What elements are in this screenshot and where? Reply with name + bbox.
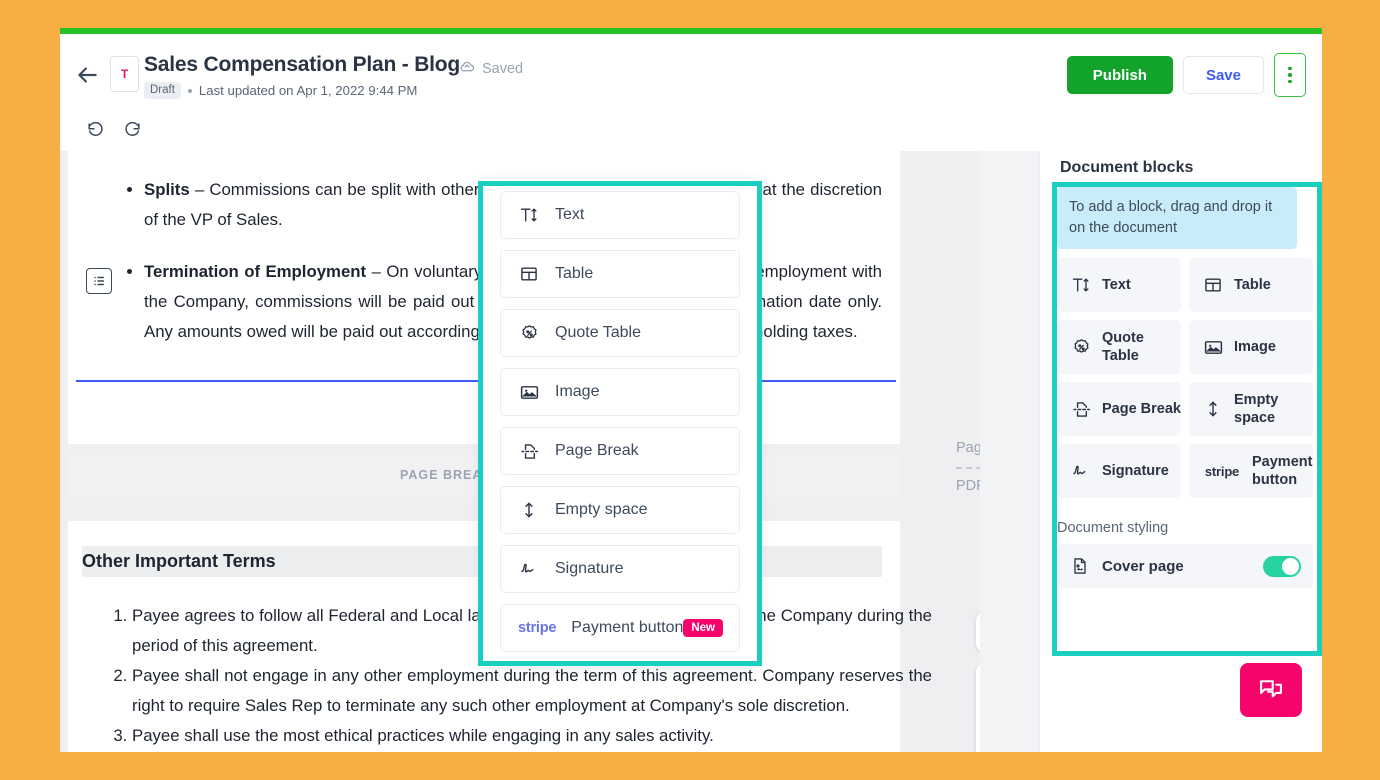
saved-status: Saved [458, 58, 523, 80]
bullet-dash: – [194, 180, 205, 199]
last-updated-text: Last updated on Apr 1, 2022 9:44 PM [198, 83, 418, 98]
publish-button[interactable]: Publish [1066, 56, 1173, 94]
redo-icon[interactable] [123, 120, 142, 139]
cloud-upload-icon [458, 58, 476, 80]
page-title: Sales Compensation Plan - Blog [144, 53, 461, 76]
status-badge: Draft [144, 82, 181, 99]
list-item: Payee shall not engage in any other empl… [132, 661, 932, 721]
editor-main: Splits – Commissions can be split with o… [60, 151, 1322, 752]
bullet-dash: – [371, 262, 381, 281]
document-header: T Sales Compensation Plan - Blog Draft L… [60, 34, 1322, 109]
header-actions: Publish Save [1066, 53, 1306, 97]
panel-title: Document blocks [1060, 159, 1194, 176]
chat-bubbles-icon[interactable] [1240, 663, 1302, 717]
list-item: Payee agrees to protect all confidential… [132, 751, 932, 752]
undo-icon[interactable] [86, 120, 105, 139]
more-vertical-icon[interactable] [1274, 53, 1306, 97]
back-arrow-icon[interactable] [74, 62, 100, 88]
paint-bucket-icon[interactable] [976, 612, 980, 652]
document-thumbnail-letter: T [120, 67, 129, 81]
bullet-term: Splits [144, 180, 190, 199]
document-title-block: Sales Compensation Plan - Blog Draft Las… [144, 52, 460, 99]
document-meta: Draft Last updated on Apr 1, 2022 9:44 P… [144, 82, 460, 99]
page-2-label: Page 2 [956, 440, 980, 456]
panel-highlight-box [1052, 182, 1322, 656]
editor-toolbar [60, 108, 1322, 152]
document-thumbnail: T [110, 56, 139, 92]
pdf-page-break-dashes [956, 467, 980, 469]
document-blocks-panel: Document blocks To add a block, drag and… [1039, 151, 1322, 752]
zoom-controls: + 100% − [976, 663, 980, 752]
meta-separator-dot [187, 88, 192, 93]
saved-label: Saved [482, 61, 524, 77]
page-2-info: Page 2 PDF Page Break [956, 440, 980, 494]
pdf-page-break-label: PDF Page Break [956, 478, 980, 494]
save-button[interactable]: Save [1182, 56, 1264, 94]
section-heading-text: Other Important Terms [82, 551, 276, 571]
list-item: Payee shall use the most ethical practic… [132, 721, 932, 751]
document-canvas[interactable]: Splits – Commissions can be split with o… [60, 151, 980, 752]
dropdown-highlight-box [478, 181, 762, 666]
app-window: TEMPLATE DRAFT MODE T Sales Compensation… [60, 28, 1322, 752]
bullet-term: Termination of Employment [144, 262, 367, 281]
